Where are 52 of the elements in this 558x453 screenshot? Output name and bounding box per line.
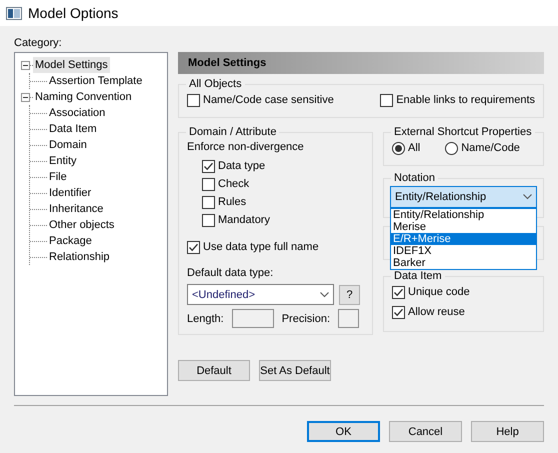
group-title: Domain / Attribute — [188, 126, 278, 138]
enforce-label: Enforce non-divergence — [187, 140, 305, 154]
notation-dropdown[interactable]: Entity/Relationship — [390, 186, 537, 208]
window-title: Model Options — [28, 5, 118, 21]
panel-button[interactable]: Default — [178, 360, 250, 381]
checkbox[interactable]: Unique code — [392, 284, 535, 300]
window-icon — [6, 6, 22, 20]
precision-field[interactable] — [338, 309, 359, 328]
tree-item[interactable]: File — [47, 169, 69, 185]
tree-item[interactable]: Model Settings — [33, 57, 110, 73]
panel-button[interactable]: Set As Default — [259, 360, 331, 381]
precision-label: Precision: — [282, 312, 330, 326]
dialog-button[interactable]: Help — [471, 421, 544, 442]
chevron-down-icon — [320, 292, 329, 298]
dialog-button[interactable]: OK — [307, 421, 380, 442]
dropdown-option[interactable]: E/R+Merise — [391, 233, 536, 245]
tree-item[interactable]: Package — [47, 233, 94, 249]
tree-item[interactable]: Naming Convention — [33, 89, 134, 105]
default-type-label: Default data type: — [187, 266, 274, 280]
group-title: Data Item — [393, 270, 443, 282]
chevron-down-icon — [523, 194, 532, 200]
radio-button[interactable]: Name/Code — [445, 140, 520, 156]
length-label: Length: — [187, 312, 224, 326]
category-label: Category: — [14, 36, 63, 50]
checkbox[interactable]: Check — [202, 176, 364, 192]
tree-item[interactable]: Assertion Template — [47, 73, 144, 89]
checkbox[interactable]: Name/Code case sensitive — [187, 92, 334, 108]
dialog-button[interactable]: Cancel — [389, 421, 462, 442]
data-type-dropdown[interactable]: <Undefined> — [187, 284, 334, 305]
checkbox[interactable]: Use data type full name — [187, 240, 364, 254]
length-field[interactable] — [232, 309, 274, 328]
tree-item[interactable]: Data Item — [47, 121, 99, 137]
checkbox[interactable]: Enable links to requirements — [380, 92, 535, 108]
tree-item[interactable]: Other objects — [47, 217, 116, 233]
tree-item[interactable]: Association — [47, 105, 108, 121]
panel-header: Model Settings — [178, 52, 544, 74]
group-title: External Shortcut Properties — [393, 126, 533, 138]
checkbox[interactable]: Allow reuse — [392, 304, 535, 320]
tree-item[interactable]: Inheritance — [47, 201, 106, 217]
checkbox[interactable]: Mandatory — [202, 212, 364, 228]
group-title: Notation — [393, 172, 436, 184]
checkbox[interactable]: Rules — [202, 194, 364, 210]
collapse-icon[interactable] — [21, 92, 30, 102]
tree-item[interactable]: Relationship — [47, 249, 112, 265]
group-title: All Objects — [188, 78, 243, 90]
checkbox[interactable]: Data type — [202, 158, 364, 174]
collapse-icon[interactable] — [21, 60, 30, 70]
radio-button[interactable]: All — [392, 140, 420, 156]
tree-item[interactable]: Domain — [47, 137, 89, 153]
help-button[interactable]: ? — [339, 284, 360, 304]
tree-item[interactable]: Entity — [47, 153, 79, 169]
tree-item[interactable]: Identifier — [47, 185, 94, 201]
